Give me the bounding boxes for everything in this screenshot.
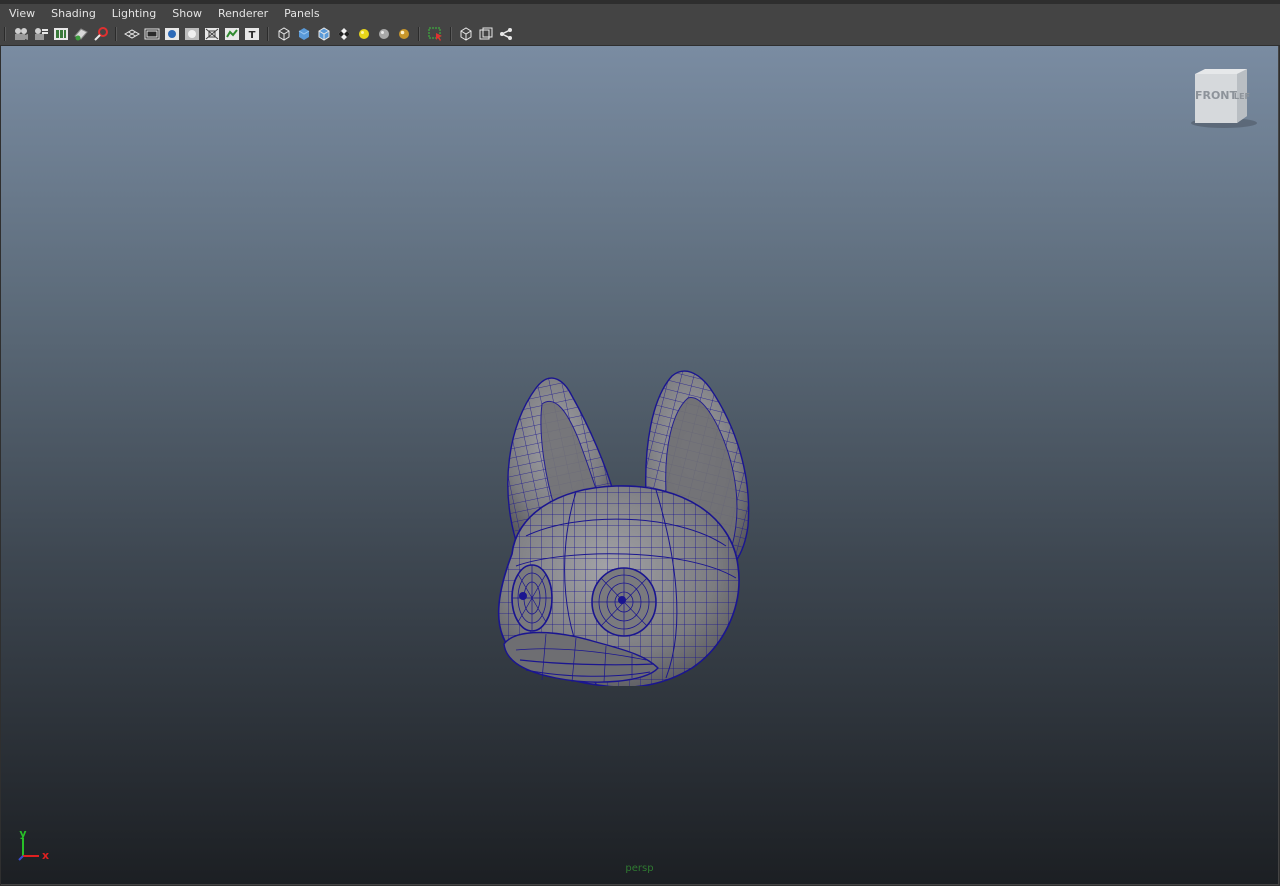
default-lighting-icon[interactable] [356, 26, 372, 42]
menu-show[interactable]: Show [163, 4, 209, 23]
select-camera-icon[interactable] [13, 26, 29, 42]
safe-action-icon[interactable] [224, 26, 240, 42]
xray-joints-icon[interactable] [478, 26, 494, 42]
svg-text:T: T [249, 30, 256, 41]
menu-lighting[interactable]: Lighting [103, 4, 163, 23]
hardware-render-icon[interactable] [396, 26, 412, 42]
wireframe-icon[interactable] [276, 26, 292, 42]
toolbar-separator [450, 27, 452, 41]
field-chart-icon[interactable] [204, 26, 220, 42]
menu-renderer[interactable]: Renderer [209, 4, 275, 23]
right-eye [591, 567, 657, 637]
toolbar-separator [267, 27, 269, 41]
2d-pan-zoom-icon[interactable] [93, 26, 109, 42]
menu-panels[interactable]: Panels [275, 4, 326, 23]
viewcube-side-label[interactable]: LEF [1234, 92, 1250, 101]
view-cube[interactable]: FRONT LEF [1191, 68, 1261, 130]
wireframe-on-shaded-icon[interactable] [316, 26, 332, 42]
shadows-icon[interactable] [376, 26, 392, 42]
bookmarks-icon[interactable] [53, 26, 69, 42]
toolbar-separator [418, 27, 420, 41]
gate-mask-icon[interactable] [184, 26, 200, 42]
left-eye [511, 564, 553, 632]
safe-title-icon[interactable]: T [244, 26, 260, 42]
menu-view[interactable]: View [0, 4, 42, 23]
toolbar-separator [115, 27, 117, 41]
character-head-mesh[interactable] [486, 316, 766, 686]
menu-shading[interactable]: Shading [42, 4, 103, 23]
xray-icon[interactable] [458, 26, 474, 42]
panel-toolbar: T [0, 23, 1280, 46]
axis-x-label: x [42, 849, 49, 862]
film-gate-icon[interactable] [144, 26, 160, 42]
perspective-viewport[interactable]: FRONT LEF y x persp [1, 46, 1278, 884]
image-plane-icon[interactable] [73, 26, 89, 42]
smooth-shade-icon[interactable] [296, 26, 312, 42]
xray-components-icon[interactable] [498, 26, 514, 42]
axis-indicator: y x [18, 828, 49, 862]
camera-attributes-icon[interactable] [33, 26, 49, 42]
panel-menubar: View Shading Lighting Show Renderer Pane… [0, 4, 1280, 23]
textured-icon[interactable] [336, 26, 352, 42]
grid-icon[interactable] [124, 26, 140, 42]
resolution-gate-icon[interactable] [164, 26, 180, 42]
toolbar-separator [4, 27, 6, 41]
axis-y-label: y [19, 828, 26, 840]
camera-name-label: persp [625, 863, 654, 874]
isolate-select-icon[interactable] [428, 26, 444, 42]
viewcube-front-label[interactable]: FRONT [1195, 89, 1238, 102]
